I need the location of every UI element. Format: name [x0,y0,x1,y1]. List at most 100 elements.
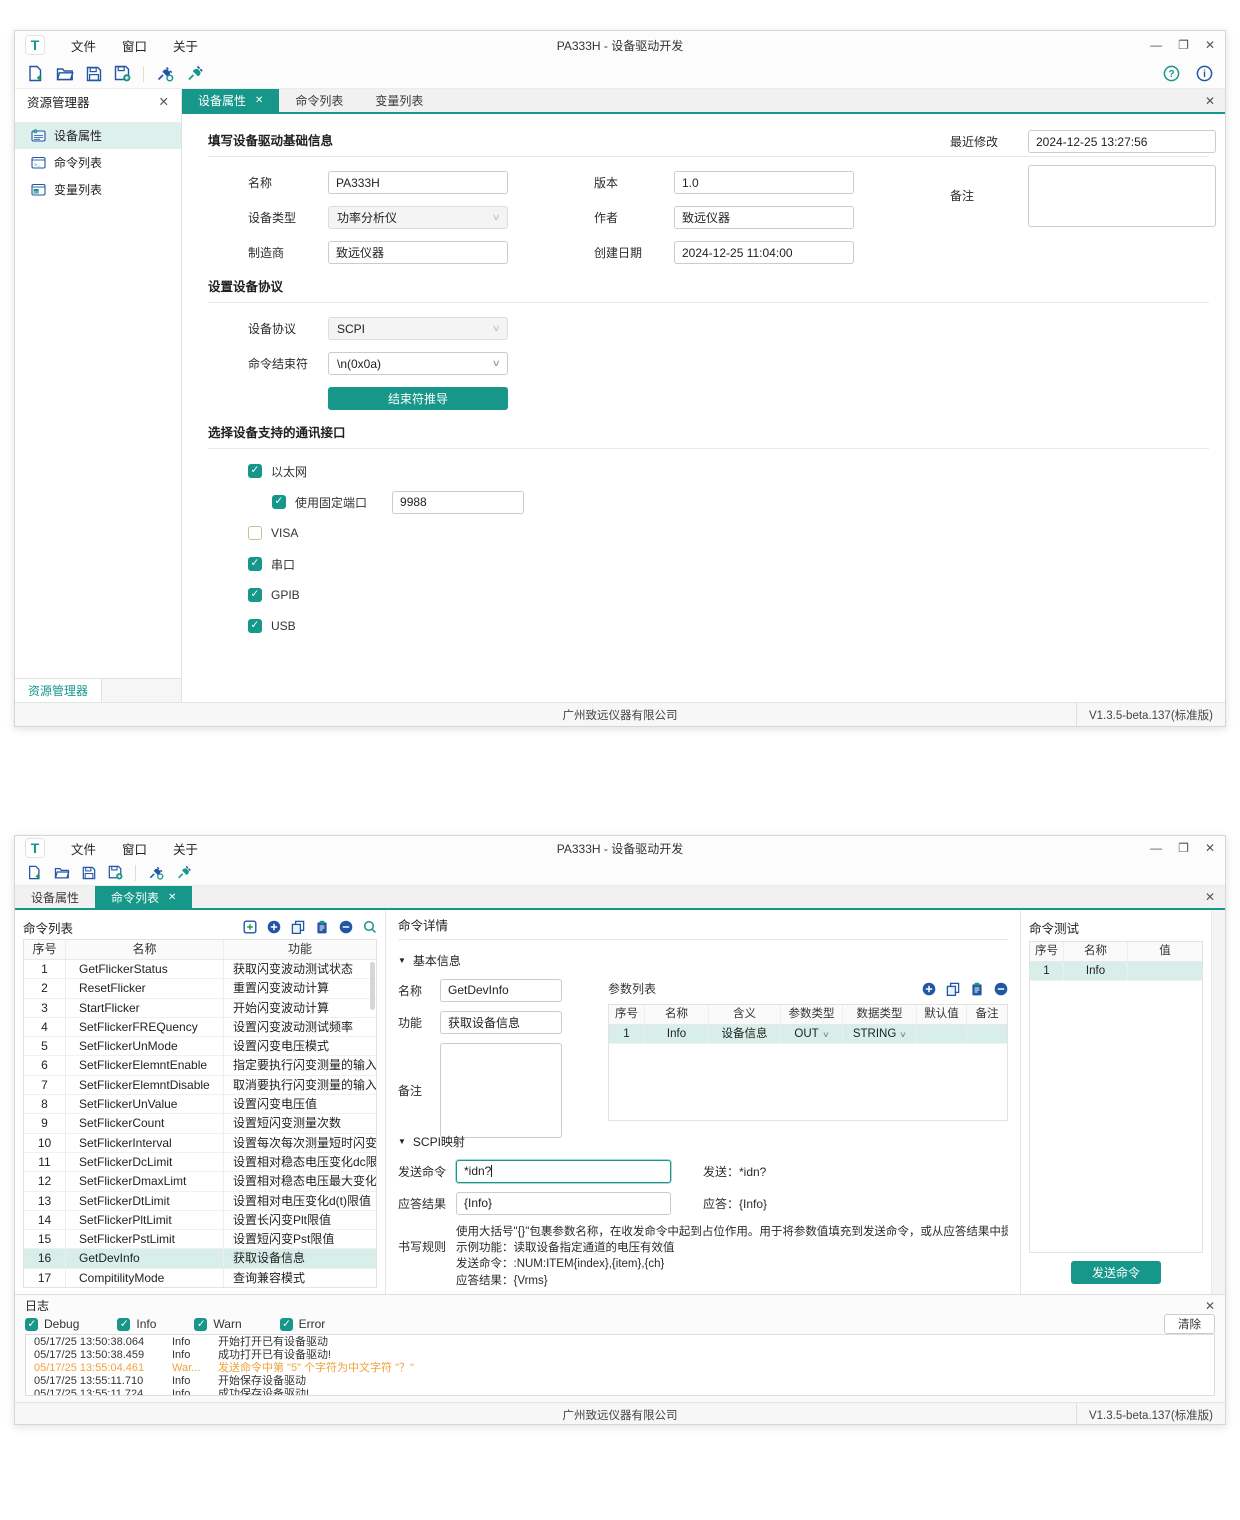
command-row[interactable]: 14 SetFlickerPltLimit 设置长闪变Plt限值 [24,1211,376,1230]
send-command-button[interactable]: 发送命令 [1071,1261,1161,1284]
connect-icon[interactable] [156,65,174,82]
open-driver-icon[interactable] [54,866,70,880]
tab-command-list[interactable]: 命令列表 ✕ [95,886,192,908]
copy-command-icon[interactable] [291,920,305,934]
log-close-icon[interactable]: ✕ [1205,1299,1215,1313]
maximize-button[interactable]: ❐ [1178,38,1189,52]
tab-command-list[interactable]: 命令列表 [279,89,359,112]
cmd-remark-field[interactable] [440,1043,562,1138]
tree-item-command-list[interactable]: >_ 命令列表 [15,149,181,176]
command-row[interactable]: 6 SetFlickerElemntEnable 指定要执行闪变测量的输入单元 [24,1056,376,1075]
menu-file[interactable]: 文件 [71,36,96,55]
command-row[interactable]: 16 GetDevInfo 获取设备信息 [24,1249,376,1268]
search-command-icon[interactable] [363,920,377,934]
command-row[interactable]: 10 SetFlickerInterval 设置每次每次测量短时闪变值时间 [24,1134,376,1153]
serial-checkbox[interactable] [248,557,262,571]
help-icon[interactable]: ? [1163,65,1180,82]
remark-field[interactable] [1028,165,1216,227]
tree-item-variable-list[interactable]: x= 变量列表 [15,176,181,203]
filter-warn[interactable]: Warn [194,1317,241,1331]
disconnect-icon[interactable] [176,865,192,880]
new-driver-icon[interactable] [27,865,42,880]
command-row[interactable]: 4 SetFlickerFREQuency 设置闪变波动测试频率 [24,1018,376,1037]
cmd-func-field[interactable] [440,1011,562,1034]
usb-checkbox[interactable] [248,619,262,633]
add-command-icon[interactable] [267,920,281,934]
tab-variable-list[interactable]: 变量列表 [359,89,439,112]
tabbar-close-icon[interactable]: ✕ [1205,890,1215,904]
save-icon[interactable] [82,866,96,880]
explorer-bottom-tab[interactable]: 资源管理器 [15,679,102,702]
command-row[interactable]: 7 SetFlickerElemntDisable 取消要执行闪变测量的输入单元 [24,1076,376,1095]
test-row[interactable]: 1 Info [1030,962,1202,981]
visa-checkbox[interactable] [248,526,262,540]
warn-checkbox[interactable] [194,1318,207,1331]
data-type-select[interactable]: STRING∨ [843,1025,917,1043]
fixed-port-checkbox[interactable] [272,495,286,509]
command-row[interactable]: 8 SetFlickerUnValue 设置闪变电压值 [24,1095,376,1114]
menu-file[interactable]: 文件 [71,839,96,858]
command-row[interactable]: 5 SetFlickerUnMode 设置闪变电压模式 [24,1037,376,1056]
filter-debug[interactable]: Debug [25,1317,79,1331]
tabbar-close-icon[interactable]: ✕ [1205,94,1215,108]
menu-about[interactable]: 关于 [173,36,198,55]
ethernet-checkbox[interactable] [248,464,262,478]
debug-checkbox[interactable] [25,1318,38,1331]
add-command-file-icon[interactable] [243,920,257,934]
menu-window[interactable]: 窗口 [122,36,147,55]
filter-info[interactable]: Info [117,1317,156,1331]
command-row[interactable]: 2 ResetFlicker 重置闪变波动计算 [24,979,376,998]
save-as-icon[interactable] [108,865,123,880]
param-type-select[interactable]: OUT∨ [781,1025,843,1043]
version-field[interactable] [674,171,854,194]
explorer-close-icon[interactable]: ✕ [159,94,169,109]
paste-command-icon[interactable] [315,920,329,934]
command-row[interactable]: 11 SetFlickerDcLimit 设置相对稳态电压变化dc限值 [24,1153,376,1172]
connect-icon[interactable] [148,865,164,880]
error-checkbox[interactable] [280,1318,293,1331]
close-button[interactable]: ✕ [1205,841,1215,855]
info-checkbox[interactable] [117,1318,130,1331]
minimize-button[interactable]: — [1150,38,1162,52]
scpi-mapping-collapse[interactable]: ▼ SCPI映射 [398,1133,1008,1150]
tab-device-properties[interactable]: 设备属性 ✕ [182,89,279,112]
basic-info-collapse[interactable]: ▼ 基本信息 [398,952,1008,969]
remove-command-icon[interactable] [339,920,353,934]
author-field[interactable] [674,206,854,229]
scrollbar[interactable] [1211,910,1225,1294]
send-command-field[interactable]: *idn? [456,1160,671,1183]
filter-error[interactable]: Error [280,1317,326,1331]
tab-device-properties[interactable]: 设备属性 [15,886,95,908]
save-as-icon[interactable] [114,65,131,82]
copy-param-icon[interactable] [946,982,960,996]
disconnect-icon[interactable] [186,65,204,82]
tree-item-device-properties[interactable]: i 设备属性 [15,122,181,149]
menu-window[interactable]: 窗口 [122,839,147,858]
command-row[interactable]: 17 CompitilityMode 查询兼容模式 [24,1269,376,1288]
cmd-name-field[interactable] [440,979,562,1002]
scrollbar[interactable] [370,962,375,1010]
close-button[interactable]: ✕ [1205,38,1215,52]
tab-close-icon[interactable]: ✕ [255,95,263,106]
maximize-button[interactable]: ❐ [1178,841,1189,855]
remove-param-icon[interactable] [994,982,1008,996]
new-driver-icon[interactable] [27,65,44,82]
command-row[interactable]: 12 SetFlickerDmaxLimt 设置相对稳态电压最大变化dmax限值 [24,1172,376,1191]
command-row[interactable]: 9 SetFlickerCount 设置短闪变测量次数 [24,1114,376,1133]
gpib-checkbox[interactable] [248,588,262,602]
tab-close-icon[interactable]: ✕ [168,892,176,903]
modified-field[interactable] [1028,130,1216,153]
about-icon[interactable]: i [1196,65,1213,82]
terminator-select[interactable]: \n(0x0a)∨ [328,352,508,375]
derive-terminator-button[interactable]: 结束符推导 [328,387,508,410]
save-icon[interactable] [86,66,102,82]
param-row[interactable]: 1 Info 设备信息 OUT∨ STRING∨ [609,1025,1007,1044]
created-date-field[interactable] [674,241,854,264]
port-field[interactable] [392,491,524,514]
open-driver-icon[interactable] [56,66,74,82]
minimize-button[interactable]: — [1150,841,1162,855]
command-row[interactable]: 15 SetFlickerPstLimit 设置短闪变Pst限值 [24,1230,376,1249]
clear-log-button[interactable]: 清除 [1164,1314,1215,1334]
paste-param-icon[interactable] [970,982,984,996]
manufacturer-field[interactable] [328,241,508,264]
